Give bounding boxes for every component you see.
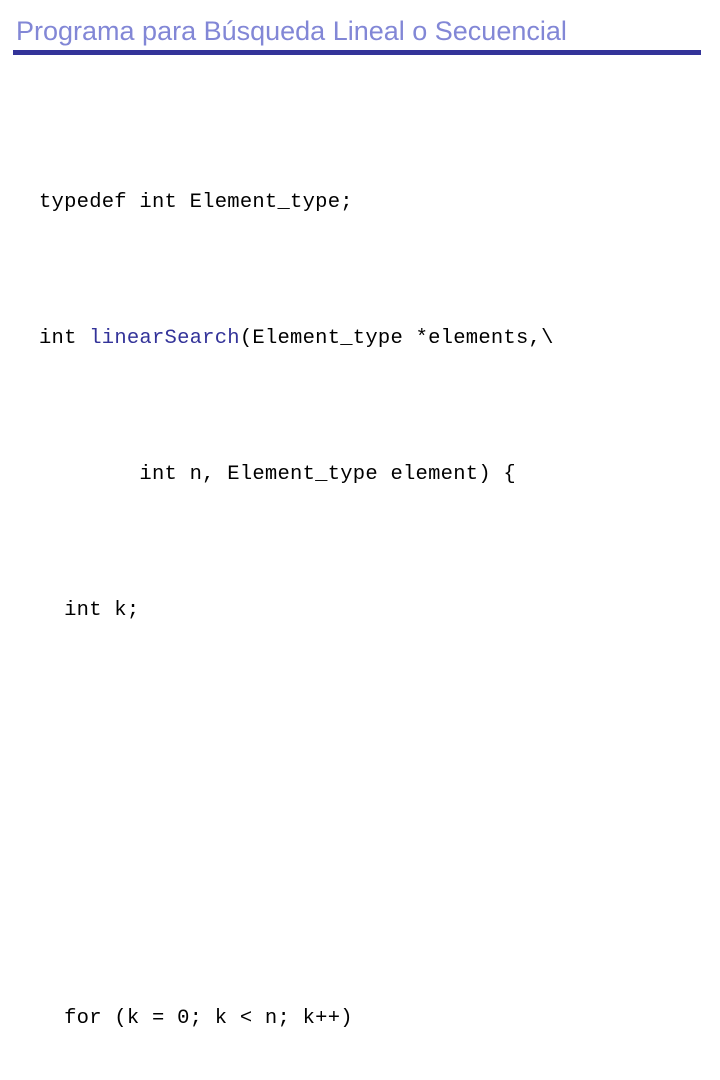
code-line-3-text: int n, Element_type element) { [39,463,516,486]
code-line-3: int n, Element_type element) { [39,458,554,492]
page-title: Programa para Búsqueda Lineal o Secuenci… [16,16,567,46]
code-line-1: typedef int Element_type; [39,186,554,220]
title-underline-rule [13,50,701,55]
code-line-2-prefix: int [39,327,90,350]
code-line-7-text: for (k = 0; k < n; k++) [39,1007,353,1030]
code-line-2-suffix: (Element_type *elements,\ [239,327,554,350]
code-line-5-blank [39,730,554,764]
code-line-4-text: int k; [39,599,140,622]
title-block: Programa para Búsqueda Lineal o Secuenci… [13,14,701,55]
code-line-4: int k; [39,594,554,628]
code-block: typedef int Element_type; int linearSear… [39,84,554,1080]
code-line-6-blank [39,866,554,900]
code-line-2: int linearSearch(Element_type *elements,… [39,322,554,356]
code-token-function-name: linearSearch [89,327,240,350]
slide-canvas: Programa para Búsqueda Lineal o Secuenci… [0,0,720,1030]
code-line-7: for (k = 0; k < n; k++) [39,1002,554,1036]
code-line-1-text: typedef int Element_type; [39,191,353,214]
